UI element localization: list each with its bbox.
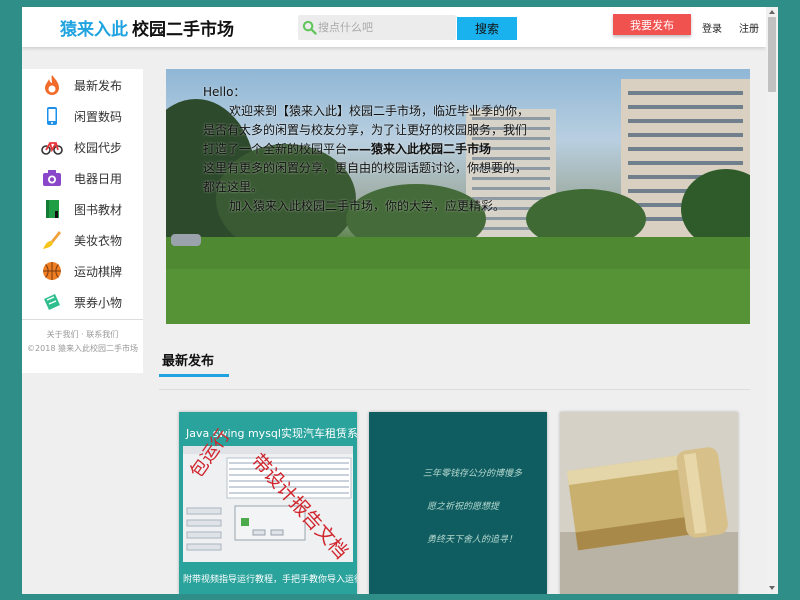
sidebar-item-label: 运动棋牌 [74, 265, 123, 279]
sidebar-item-latest[interactable]: 最新发布 [22, 69, 143, 100]
login-link[interactable]: 登录 [702, 20, 722, 35]
basketball-icon [43, 262, 61, 280]
banner-greeting: Hello： [203, 85, 246, 99]
sidebar-footer: 关于我们 · 联系我们 ©2018 猿来入此校园二手市场 [22, 319, 143, 356]
brand-subtitle: 校园二手市场 [132, 20, 234, 40]
product-card[interactable] [560, 412, 738, 594]
search-input[interactable] [318, 17, 452, 37]
footer-links[interactable]: 关于我们 · 联系我们 [22, 328, 143, 342]
sidebar-item-sports[interactable]: 运动棋牌 [22, 255, 143, 286]
sidebar-item-appliances[interactable]: 电器日用 [22, 162, 143, 193]
sidebar-item-digital[interactable]: 闲置数码 [22, 100, 143, 131]
sunscreen-bottle-photo [560, 412, 738, 594]
sidebar-item-label: 最新发布 [74, 79, 123, 93]
phone-icon [47, 107, 57, 125]
section-title: 最新发布 [162, 354, 215, 369]
top-header: 猿来入此校园二手市场 搜索 我要发布 登录 注册 [22, 7, 766, 47]
sidebar-item-transport[interactable]: 校园代步 [22, 131, 143, 162]
search-icon [302, 20, 317, 35]
brush-icon [43, 231, 61, 249]
sidebar-item-beauty[interactable]: 美妆衣物 [22, 224, 143, 255]
search-box [298, 15, 456, 40]
publish-button[interactable]: 我要发布 [613, 14, 691, 35]
card-handwriting-line: 愿之祈祝的愿想提 [427, 502, 500, 512]
banner-platform-name: ——猿来入此校园二手市场 [347, 142, 492, 156]
category-sidebar: 最新发布 闲置数码 校园代步 电器日用 图书教材 美妆衣物 运动棋牌 票券小物 … [22, 69, 143, 373]
campus-banner: Hello： 欢迎来到【猿来入此】校园二手市场，临近毕业季的你，是否有太多的闲置… [166, 69, 750, 324]
section-title-underline [159, 374, 229, 377]
sidebar-item-label: 美妆衣物 [74, 234, 123, 248]
sidebar-item-label: 图书教材 [74, 203, 123, 217]
banner-welcome-text: Hello： 欢迎来到【猿来入此】校园二手市场，临近毕业季的你，是否有太多的闲置… [203, 83, 538, 216]
search-button[interactable]: 搜索 [457, 17, 517, 40]
card-handwriting-line: 勇终天下舍人的追寻！ [427, 535, 518, 545]
section-divider [159, 389, 750, 390]
sidebar-item-label: 校园代步 [74, 141, 123, 155]
sidebar-item-books[interactable]: 图书教材 [22, 193, 143, 224]
sidebar-item-label: 电器日用 [74, 172, 123, 186]
site-logo[interactable]: 猿来入此 校园二手市场 [60, 15, 234, 40]
sidebar-item-label: 票券小物 [74, 296, 123, 310]
product-card[interactable]: Java swing mysql实现汽车租赁系统 包运行 带设计报告文档 附带视… [179, 412, 357, 594]
footer-copyright: ©2018 猿来入此校园二手市场 [27, 344, 138, 353]
product-card[interactable]: 三年零钱存公分的博慢多 愿之祈祝的愿想提 勇终天下舍人的追寻！ [369, 412, 547, 594]
camera-icon [43, 170, 61, 186]
card-caption: 附带视频指导运行教程，手把手教你导入运行 [183, 575, 357, 585]
banner-paragraph-join: 加入猿来入此校园二手市场，你的大学，应更精彩。 [229, 199, 506, 213]
browser-window: 猿来入此校园二手市场 搜索 我要发布 登录 注册 最新发布 [22, 7, 778, 594]
book-icon [46, 200, 59, 218]
register-link[interactable]: 注册 [739, 20, 759, 35]
bicycle-icon [41, 142, 63, 155]
banner-paragraph-intro: 欢迎来到【猿来入此】校园二手市场，临近毕业季的你，是否有太多的闲置与校友分享，为… [203, 102, 538, 159]
card-handwriting-line: 三年零钱存公分的博慢多 [423, 469, 523, 479]
brand-name: 猿来入此 [60, 20, 128, 40]
banner-paragraph-share: 这里有更多的闲置分享，更自由的校园话题讨论，你想要的，都在这里。 [203, 161, 528, 194]
sidebar-item-tickets[interactable]: 票券小物 [22, 286, 143, 317]
scroll-down-arrow-icon[interactable] [769, 586, 775, 590]
page-scrollbar[interactable] [766, 7, 778, 594]
sidebar-item-label: 闲置数码 [74, 110, 123, 124]
scroll-up-arrow-icon[interactable] [769, 10, 775, 14]
fire-icon [45, 75, 59, 95]
ticket-icon [44, 294, 60, 310]
scrollbar-thumb[interactable] [768, 17, 776, 92]
